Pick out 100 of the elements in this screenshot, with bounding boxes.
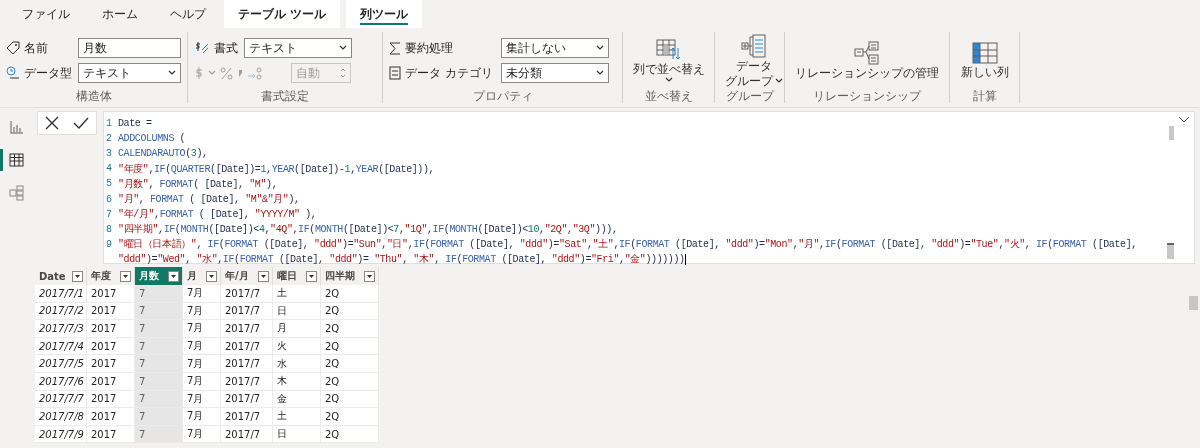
line-number: 7 <box>106 208 113 220</box>
group-label: リレーションシップ <box>813 89 921 103</box>
table-cell: 7月 <box>183 320 221 338</box>
commit-button[interactable] <box>73 117 89 129</box>
ribbon-button[interactable]: リレーションシップの管理 <box>791 41 943 80</box>
filter-button[interactable] <box>120 270 131 282</box>
data-type-dropdown[interactable]: テキスト <box>77 63 181 83</box>
table-cell: 2017/7 <box>221 355 273 373</box>
table-cell: 7月 <box>183 355 221 373</box>
table-cell: 2017 <box>87 285 135 303</box>
chevron-down-icon <box>1178 116 1190 124</box>
line-number: 4 <box>106 163 113 175</box>
ribbon-tab[interactable]: ヘルプ <box>156 0 220 28</box>
column-header[interactable]: 月数 <box>135 267 183 285</box>
table-cell: 2Q <box>321 355 379 373</box>
chevron-down-icon <box>596 70 604 76</box>
check-icon <box>73 117 89 129</box>
group-label: 構造体 <box>75 89 112 103</box>
summary-dropdown[interactable]: 集計しない <box>501 38 609 58</box>
table-cell: 7 <box>135 408 183 426</box>
scrollbar-thumb[interactable] <box>1169 126 1174 140</box>
table-cell: 7月 <box>183 408 221 426</box>
currency-icon <box>194 66 204 80</box>
filter-button[interactable] <box>306 270 317 282</box>
line-number: 2 <box>106 133 113 145</box>
dropdown-icon <box>123 274 128 278</box>
chevron-down-icon <box>775 77 783 84</box>
collapse-button[interactable] <box>1178 116 1190 124</box>
model-icon <box>9 185 24 201</box>
category-label: データ カテゴリ <box>405 64 494 82</box>
table-cell: 7 <box>135 320 183 338</box>
sigma-icon <box>389 41 401 55</box>
line-number: 9 <box>106 238 113 250</box>
table-sort-icon <box>656 38 682 61</box>
line-number: 3 <box>106 148 113 160</box>
ribbon-button[interactable]: 新しい列 <box>956 42 1013 79</box>
group-label: 書式設定 <box>261 89 309 103</box>
table-cell: 7月 <box>183 285 221 303</box>
group-list-icon <box>741 33 767 58</box>
ribbon-tab[interactable]: 列ツール <box>346 0 423 28</box>
scrollbar-thumb[interactable] <box>1167 243 1174 259</box>
table-cell: 水 <box>273 355 321 373</box>
spinner-icon <box>340 66 346 80</box>
chevron-down-icon <box>339 45 347 51</box>
category-dropdown[interactable]: 未分類 <box>501 63 609 83</box>
column-header[interactable]: 年度 <box>87 267 135 285</box>
currency-percent-icon <box>194 41 210 55</box>
table-cell: 2017/7/5 <box>35 355 87 373</box>
ribbon-tab[interactable]: ホーム <box>88 0 152 28</box>
table-cell: 2017/7 <box>221 285 273 303</box>
chevron-down-icon <box>168 70 176 76</box>
category-icon <box>389 66 401 80</box>
filter-button[interactable] <box>206 270 217 282</box>
chevron-down-icon <box>665 76 673 83</box>
dropdown-icon <box>261 274 266 278</box>
line-number: 6 <box>106 193 113 205</box>
table-cell: 2017/7/3 <box>35 320 87 338</box>
chevron-down-icon <box>208 70 216 76</box>
table-icon <box>9 153 24 167</box>
data-type-label: データ型 <box>24 64 73 82</box>
table-cell: 2Q <box>321 285 379 303</box>
filter-button[interactable] <box>72 270 83 282</box>
bar-chart-icon <box>9 120 24 134</box>
filter-button[interactable] <box>168 270 179 282</box>
ribbon-tab[interactable]: テーブル ツール <box>224 0 341 28</box>
table-cell: 2017/7/8 <box>35 408 87 426</box>
column-header[interactable]: 年/月 <box>221 267 273 285</box>
table-cell: 7 <box>135 285 183 303</box>
dropdown-icon <box>309 274 314 278</box>
table-cell: 2Q <box>321 408 379 426</box>
code-line: Date = <box>118 118 152 130</box>
name-field[interactable]: 月数 <box>77 38 181 58</box>
dropdown-icon <box>367 274 372 278</box>
table-cell: 土 <box>273 285 321 303</box>
dropdown-icon <box>209 274 214 278</box>
scrollbar-thumb[interactable] <box>1189 296 1198 310</box>
table-cell: 7 <box>135 355 183 373</box>
group-label: グループ <box>725 89 774 103</box>
table-cell: 2Q <box>321 320 379 338</box>
ribbon-tab[interactable]: ファイル <box>8 0 84 28</box>
group-label: 計算 <box>972 89 997 103</box>
decimal-icon <box>247 66 263 80</box>
filter-button[interactable] <box>258 270 269 282</box>
table-cell: 2017/7 <box>221 320 273 338</box>
code-line: "年度",IF(QUARTER([Date])=1,YEAR([Date])-1,YEAR([Date])), <box>118 162 435 176</box>
ribbon-button[interactable]: データ グループ <box>721 33 787 88</box>
ribbon-button[interactable]: 列で並べ替え <box>629 38 709 83</box>
group-label: プロパティ <box>472 89 533 103</box>
code-line: "四半期",IF(MONTH([Date])<4,"4Q",IF(MONTH([Date])<7,"1Q",IF(MONTH([Date])<10,"2Q","3Q"))), <box>118 222 618 237</box>
filter-button[interactable] <box>364 270 375 282</box>
table-cell: 2017 <box>87 355 135 373</box>
code-line: "年/月",FORMAT ( [Date], "YYYY/M" ), <box>118 208 317 222</box>
text-cursor <box>684 253 686 265</box>
cancel-button[interactable] <box>45 116 59 130</box>
formula-editor[interactable] <box>103 111 1195 264</box>
group-label: 並べ替え <box>644 89 693 103</box>
code-line: CALENDARAUTO(3), <box>118 148 208 160</box>
tag-icon <box>6 41 20 55</box>
chevron-down-icon <box>596 45 604 51</box>
line-number: 5 <box>106 178 113 190</box>
